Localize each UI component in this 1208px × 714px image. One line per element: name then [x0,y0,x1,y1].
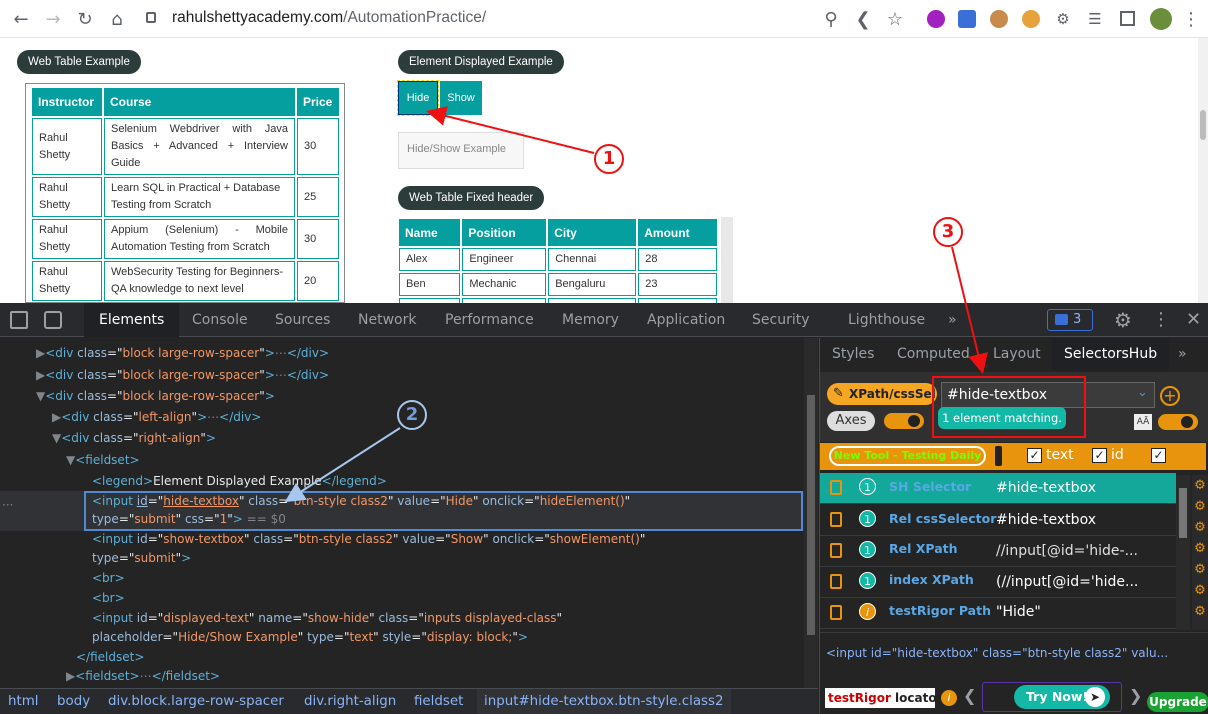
annotation-arrows [284,106,988,503]
annotation-marker-2: 2 [397,400,427,430]
annotation-arrow-1 [426,106,595,154]
annotation-arrow-2 [284,427,401,503]
annotation-arrow-3 [951,246,988,374]
annotation-marker-3: 3 [933,217,963,247]
annotation-marker-1: 1 [594,144,624,174]
